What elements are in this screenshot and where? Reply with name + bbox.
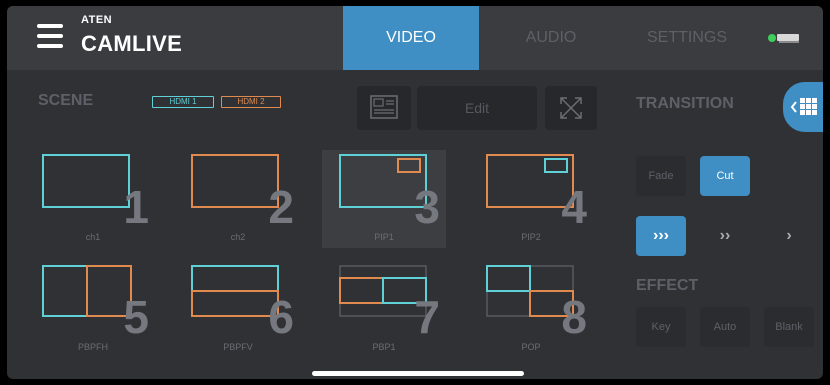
effect-key-button[interactable]: Key [636, 307, 686, 347]
double-chevron-icon: ›› [719, 227, 731, 244]
tab-video[interactable]: VIDEO [343, 6, 479, 70]
scene-tile-7[interactable]: 7 PBP1 [322, 260, 446, 358]
scene-number: 7 [414, 291, 440, 343]
panel-toggle-button[interactable] [783, 82, 823, 132]
scene-label: PIP1 [374, 232, 394, 242]
scene-number: 5 [123, 291, 149, 343]
tab-settings[interactable]: SETTINGS [623, 6, 751, 70]
scene-label: PBPFV [223, 342, 253, 352]
scene-number: 1 [123, 181, 149, 233]
scene-number: 6 [268, 291, 294, 343]
edit-button[interactable]: Edit [417, 86, 537, 130]
hamburger-menu-icon[interactable] [37, 24, 63, 48]
scene-tile-6[interactable]: 6 PBPFV [176, 260, 300, 358]
cut-button[interactable]: Cut [700, 156, 750, 196]
scene-number: 8 [561, 291, 587, 343]
home-indicator[interactable] [312, 371, 524, 376]
tab-audio[interactable]: AUDIO [479, 6, 623, 70]
scene-title: SCENE [38, 92, 94, 109]
hdmi1-legend: HDMI 1 [152, 96, 214, 108]
scene-number: 2 [268, 181, 294, 233]
scene-label: PBP1 [372, 342, 396, 352]
transition-title: TRANSITION [636, 95, 734, 112]
expand-icon [560, 97, 582, 119]
chevron-right-icon: › [786, 227, 792, 244]
grid-menu-icon [790, 98, 817, 115]
scene-tile-5[interactable]: 5 PBPFH [31, 260, 155, 358]
scene-label: PBPFH [77, 342, 108, 352]
scene-tile-8[interactable]: 8 POP [469, 260, 593, 358]
speed-slow-button[interactable]: › [764, 216, 814, 256]
app-window: ATEN CAMLIVE VIDEO AUDIO SETTINGS SCENE … [7, 6, 823, 379]
effect-auto-button[interactable]: Auto [700, 307, 750, 347]
speed-medium-button[interactable]: ›› [700, 216, 750, 256]
scene-label: PIP2 [521, 232, 541, 242]
camera-device-icon[interactable] [767, 30, 801, 46]
scene-tile-3[interactable]: 3 PIP1 [322, 150, 446, 248]
scene-label: ch1 [85, 232, 101, 242]
triple-chevron-icon: ››› [653, 227, 669, 244]
layout-button[interactable] [357, 86, 411, 130]
scene-label: ch2 [230, 232, 246, 242]
app-title: CAMLIVE [81, 31, 183, 56]
layout-icon [370, 95, 398, 119]
scene-tile-2[interactable]: 2 ch2 [176, 150, 300, 248]
scene-label: POP [521, 342, 541, 352]
scene-tile-1[interactable]: 1 ch1 [31, 150, 155, 248]
fade-button[interactable]: Fade [636, 156, 686, 196]
brand-logo-aten: ATEN [81, 14, 113, 26]
scene-number: 4 [561, 181, 587, 233]
scene-tile-4[interactable]: 4 PIP2 [469, 150, 593, 248]
effect-blank-button[interactable]: Blank [764, 307, 814, 347]
top-bar: ATEN CAMLIVE VIDEO AUDIO SETTINGS [7, 6, 823, 70]
fullscreen-button[interactable] [545, 86, 597, 130]
speed-fast-button[interactable]: ››› [636, 216, 686, 256]
hdmi2-legend: HDMI 2 [221, 96, 281, 108]
scene-number: 3 [414, 181, 440, 233]
effect-title: EFFECT [636, 277, 699, 294]
